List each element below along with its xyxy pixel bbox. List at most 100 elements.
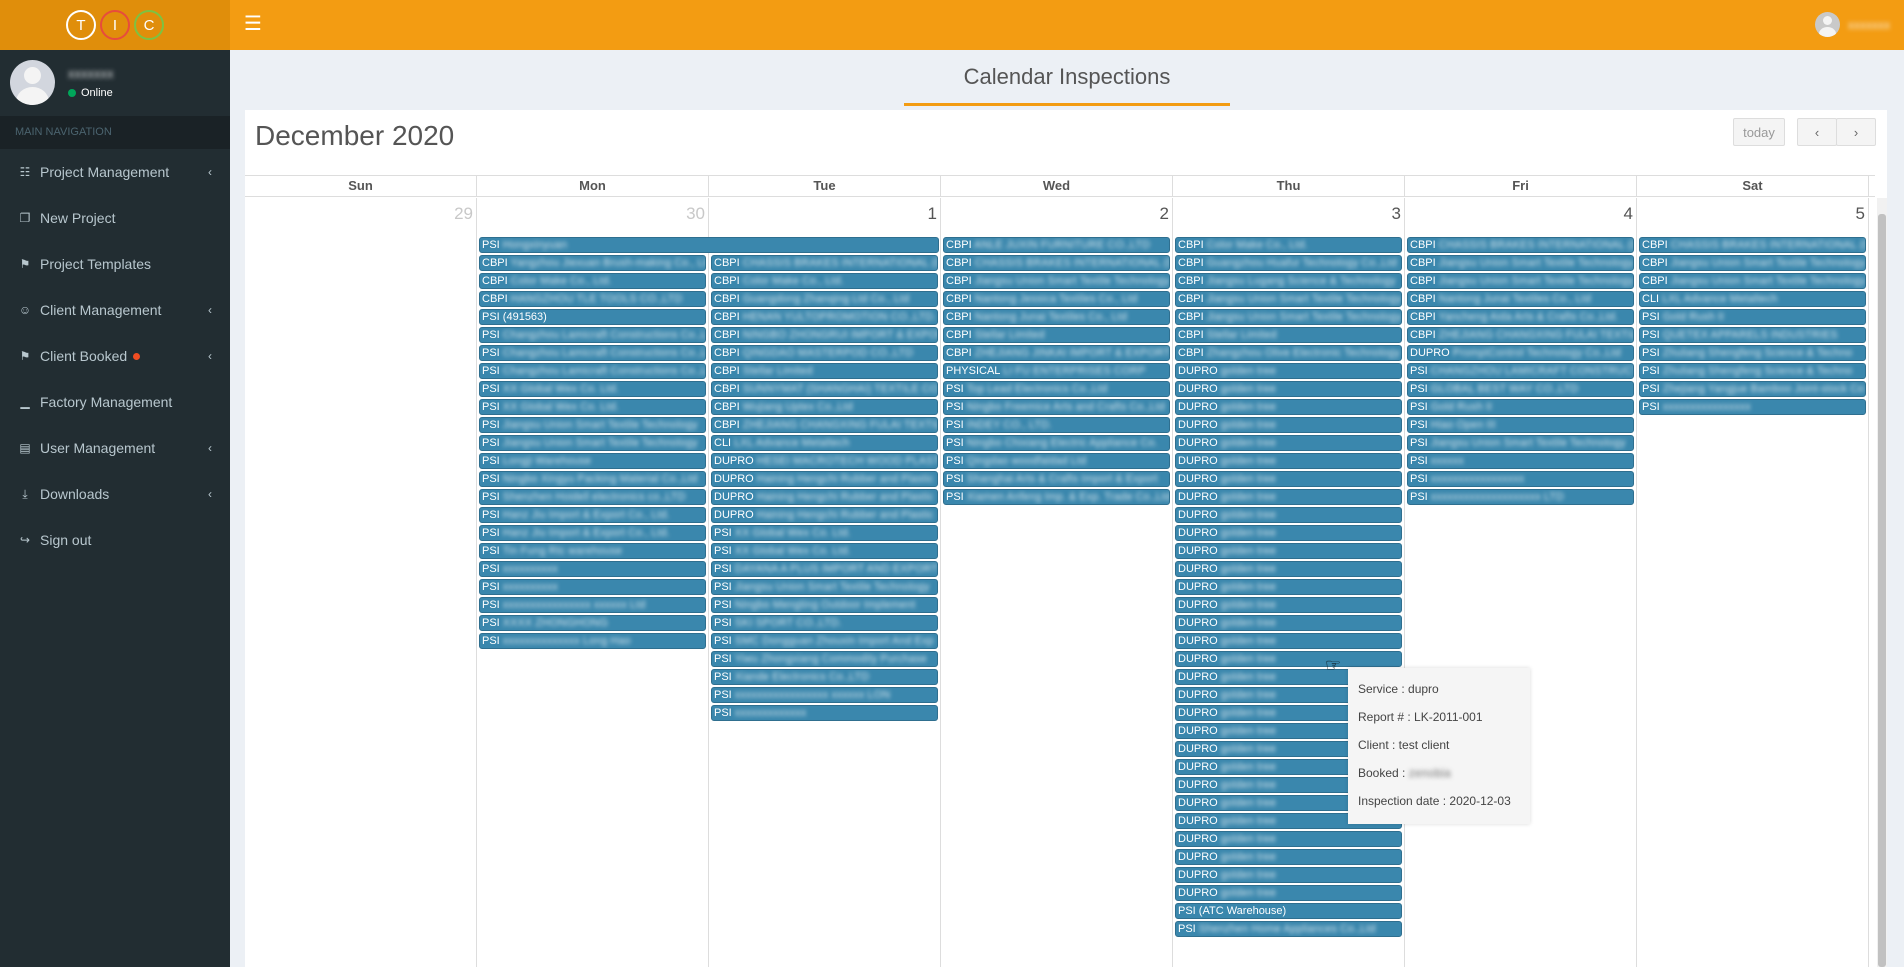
calendar-event[interactable]: PSI (ATC Warehouse) [1175,903,1402,919]
calendar-event[interactable]: CBPI Jiangsu Lugang Science & Technology [1175,273,1402,289]
calendar-event[interactable]: PSI Shenzhen Hoidell electronics co.,LTD [479,489,706,505]
calendar-event[interactable]: CBPI Yancheng Aida Arts & Crafts Co.,Ltd… [1407,309,1634,325]
calendar-event[interactable]: CBPI Jiangsu Union Smart Textile Technol… [1639,273,1866,289]
day-number[interactable]: 30 [686,204,705,224]
calendar-event[interactable]: CBPI NINGBO ZHONGRUI IMPORT & EXPORT [711,327,938,343]
chevron-left-icon[interactable]: ‹ [208,303,212,317]
calendar-event[interactable]: PSI Tin Fung Rtc warehouse [479,543,706,559]
calendar-event[interactable]: PSI Yiwu Zhongxiang Commodity Purchase [711,651,938,667]
calendar-event[interactable]: CLI LXL Advance Metaltech [1639,291,1866,307]
calendar-event[interactable]: PSI Jiangsu Union Smart Textile Technolo… [479,417,706,433]
calendar-event[interactable]: DUPRO PromptControl Technology Co.,Ltd [1407,345,1634,361]
calendar-event[interactable]: CBPI Zhangzhou Olive Electronic Technolo… [1175,345,1402,361]
calendar-event[interactable]: DUPRO golden tree [1175,885,1402,901]
calendar-event[interactable]: CBPI Jiangsu Union Smart Textile Technol… [1175,309,1402,325]
sidebar-item-new-project[interactable]: ❐ New Project [0,195,230,241]
calendar-event[interactable]: PSI Zhejiang Yangjue Bamboo Joint-stock … [1639,381,1866,397]
calendar-event[interactable]: PSI xxxxxxxxxxxxxx Long Hao [479,633,706,649]
calendar-event[interactable]: CBPI Guangdong Zhanqing Ltd Co., Ltd [711,291,938,307]
sidebar-item-user-management[interactable]: ▤ User Management ‹ [0,425,230,471]
calendar-event[interactable]: CBPI Color Make Co., Ltd. [1175,237,1402,253]
calendar-event[interactable]: PSI Xiamen Anfeng Imp. & Exp. Trade Co.,… [943,489,1170,505]
day-cell[interactable]: 3 CBPI Color Make Co., Ltd. CBPI Guangzhou… [1173,198,1405,967]
calendar-event[interactable]: PSI INDEY CO., LTD. [943,417,1170,433]
calendar-event[interactable]: PSI (491563) [479,309,706,325]
calendar-event[interactable]: PSI GLOBAL BEST WAY CO.,LTD [1407,381,1634,397]
calendar-event[interactable]: PSI DAYANA A PLUS IMPORT AND EXPORT CO. [711,561,938,577]
calendar-event[interactable]: CBPI Color Make Co., Ltd. [479,273,706,289]
calendar-event[interactable]: PSI Hanz Jiu Import & Export Co., Ltd. [479,525,706,541]
user-menu[interactable]: xxxxxxx [1815,12,1890,37]
calendar-event[interactable]: CBPI Guangzhou Huafur Technology Co.,Ltd [1175,255,1402,271]
calendar-event[interactable]: CBPI Nantong Jessica Textiles Co., Ltd [943,291,1170,307]
calendar-event[interactable]: DUPRO golden tree [1175,507,1402,523]
calendar-event[interactable]: CBPI Stellar Limited [943,327,1170,343]
hamburger-icon[interactable]: ☰ [244,14,262,34]
calendar-event[interactable]: PSI Ningbo Freemice Arts and Crafts Co.,… [943,399,1170,415]
calendar-event[interactable]: CBPI CHASSIS BRAKES INTERNATIONAL (DA) [1639,237,1866,253]
day-number[interactable]: 29 [454,204,473,224]
day-cell[interactable]: 30 PSI Hongxinyuan CBPI Yangzhou Jiexuan B… [477,198,939,967]
calendar-event[interactable]: PSI xxxxxxxxxxxxxxxxxxxx LTD [1407,489,1634,505]
calendar-event[interactable]: CBPI QINGDAO MASTERPOD CO.,LTD [711,345,938,361]
day-number[interactable]: 4 [1624,204,1633,224]
calendar-event[interactable]: CBPI Stellar Limited [1175,327,1402,343]
calendar-event[interactable]: DUPRO golden tree [1175,561,1402,577]
calendar-event[interactable]: CBPI CHASSIS BRAKES INTERNATIONAL (DA) [943,255,1170,271]
calendar-event[interactable]: PSI xxxxxxxxxxxxxxxx xxxxxx Ltd [479,597,706,613]
sidebar-item-project-management[interactable]: ☷ Project Management ‹ [0,149,230,195]
scrollbar[interactable] [1877,198,1887,967]
day-number[interactable]: 1 [928,204,937,224]
calendar-event[interactable]: CBPI Nantong Junai Textiles Co., Ltd [1407,291,1634,307]
calendar-event[interactable]: PSI xxxxxxxxxxxxxxxx [1639,399,1866,415]
calendar-event[interactable]: PSI XX Global Wex Co. Ltd. [479,399,706,415]
calendar-event[interactable]: CBPI ZHEJIANG JINKAI IMPORT & EXPORT [943,345,1170,361]
calendar-event[interactable]: CBPI Jiangsu Union Smart Textile Technol… [1407,273,1634,289]
calendar-event[interactable]: CBPI Stellar Limited [711,363,938,379]
calendar-event[interactable]: DUPRO golden tree [1175,525,1402,541]
calendar-event[interactable]: PSI Ningbo Xingyu Packing Material Co.,L… [479,471,706,487]
calendar-event[interactable]: PSI xxxxxxxxxxxxxxxxx xxxxxx LON [711,687,938,703]
calendar-event[interactable]: CBPI Yangzhou Jiexuan Brush-making Co., … [479,255,706,271]
calendar-event[interactable]: DUPRO golden tree [1175,849,1402,865]
sidebar-item-downloads[interactable]: ⤓ Downloads ‹ [0,471,230,517]
day-number[interactable]: 5 [1856,204,1865,224]
calendar-event[interactable]: DUPRO golden tree [1175,597,1402,613]
calendar-event[interactable]: PSI XXXX ZHONGHONG [479,615,706,631]
calendar-event[interactable]: CLI LXL Advance Metaltech [711,435,938,451]
calendar-event[interactable]: DUPRO golden tree [1175,399,1402,415]
sidebar-item-client-booked[interactable]: ⚑ Client Booked ‹ [0,333,230,379]
calendar-event[interactable]: DUPRO golden tree [1175,867,1402,883]
calendar-event[interactable]: CBPI Jiangsu Union Smart Textile Technol… [943,273,1170,289]
day-cell[interactable]: 2 CBPI ANLE JUXIN FURNITURE CO.,LTD CBPI C… [941,198,1173,967]
calendar-event[interactable]: CBPI CHASSIS BRAKES INTERNATIONAL (DA) [711,255,938,271]
calendar-event[interactable]: PHYSICAL LI FU ENTERPRISES CORP [943,363,1170,379]
calendar-event[interactable]: PSI xxxxxxxxxx [479,561,706,577]
calendar-event[interactable]: PSI XX Global Wex Co. Ltd. [711,543,938,559]
day-cell[interactable]: 29 [245,198,477,967]
today-button[interactable]: today [1733,118,1785,146]
calendar-event[interactable]: PSI Changzhou Lamicraft Constructions Co… [479,363,706,379]
calendar-event[interactable]: PSI Changzhou Lamicraft Constructions Co… [479,327,706,343]
calendar-event[interactable]: PSI Jiangsu Union Smart Textile Technolo… [711,579,938,595]
day-number[interactable]: 3 [1392,204,1401,224]
prev-button[interactable]: ‹ [1797,118,1837,146]
calendar-event[interactable]: CBPI HENAN YULTOPROMOTION CO.,LTD. [711,309,938,325]
calendar-event[interactable]: PSI Qingdao woodfaldad Ltd [943,453,1170,469]
calendar-event[interactable]: DUPRO golden tree [1175,489,1402,505]
sidebar-item-factory-management[interactable]: ▁ Factory Management [0,379,230,425]
calendar-event[interactable]: PSI xxxxxx [1407,453,1634,469]
calendar-event[interactable]: DUPRO golden tree [1175,651,1402,667]
calendar-event[interactable]: DUPRO golden tree [1175,435,1402,451]
calendar-event[interactable]: CBPI Jiangsu Union Smart Textile Technol… [1407,255,1634,271]
calendar-event[interactable]: PSI SMC Dongguan Zhouxin Import And Exp [711,633,938,649]
chevron-left-icon[interactable]: ‹ [208,349,212,363]
sidebar-item-sign-out[interactable]: ↪ Sign out [0,517,230,563]
calendar-event[interactable]: DUPRO golden tree [1175,543,1402,559]
calendar-event[interactable]: PSI Hiao Open III [1407,417,1634,433]
calendar-event[interactable]: CBPI Color Make Co., Ltd. [711,273,938,289]
calendar-event[interactable]: CBPI Wujiang Uptex Co.,Ltd [711,399,938,415]
calendar-event[interactable]: PSI CHANGZHOU LAMICRAFT CONSTRUCTION [1407,363,1634,379]
chevron-left-icon[interactable]: ‹ [208,165,212,179]
app-logo[interactable]: T I C [0,0,230,50]
